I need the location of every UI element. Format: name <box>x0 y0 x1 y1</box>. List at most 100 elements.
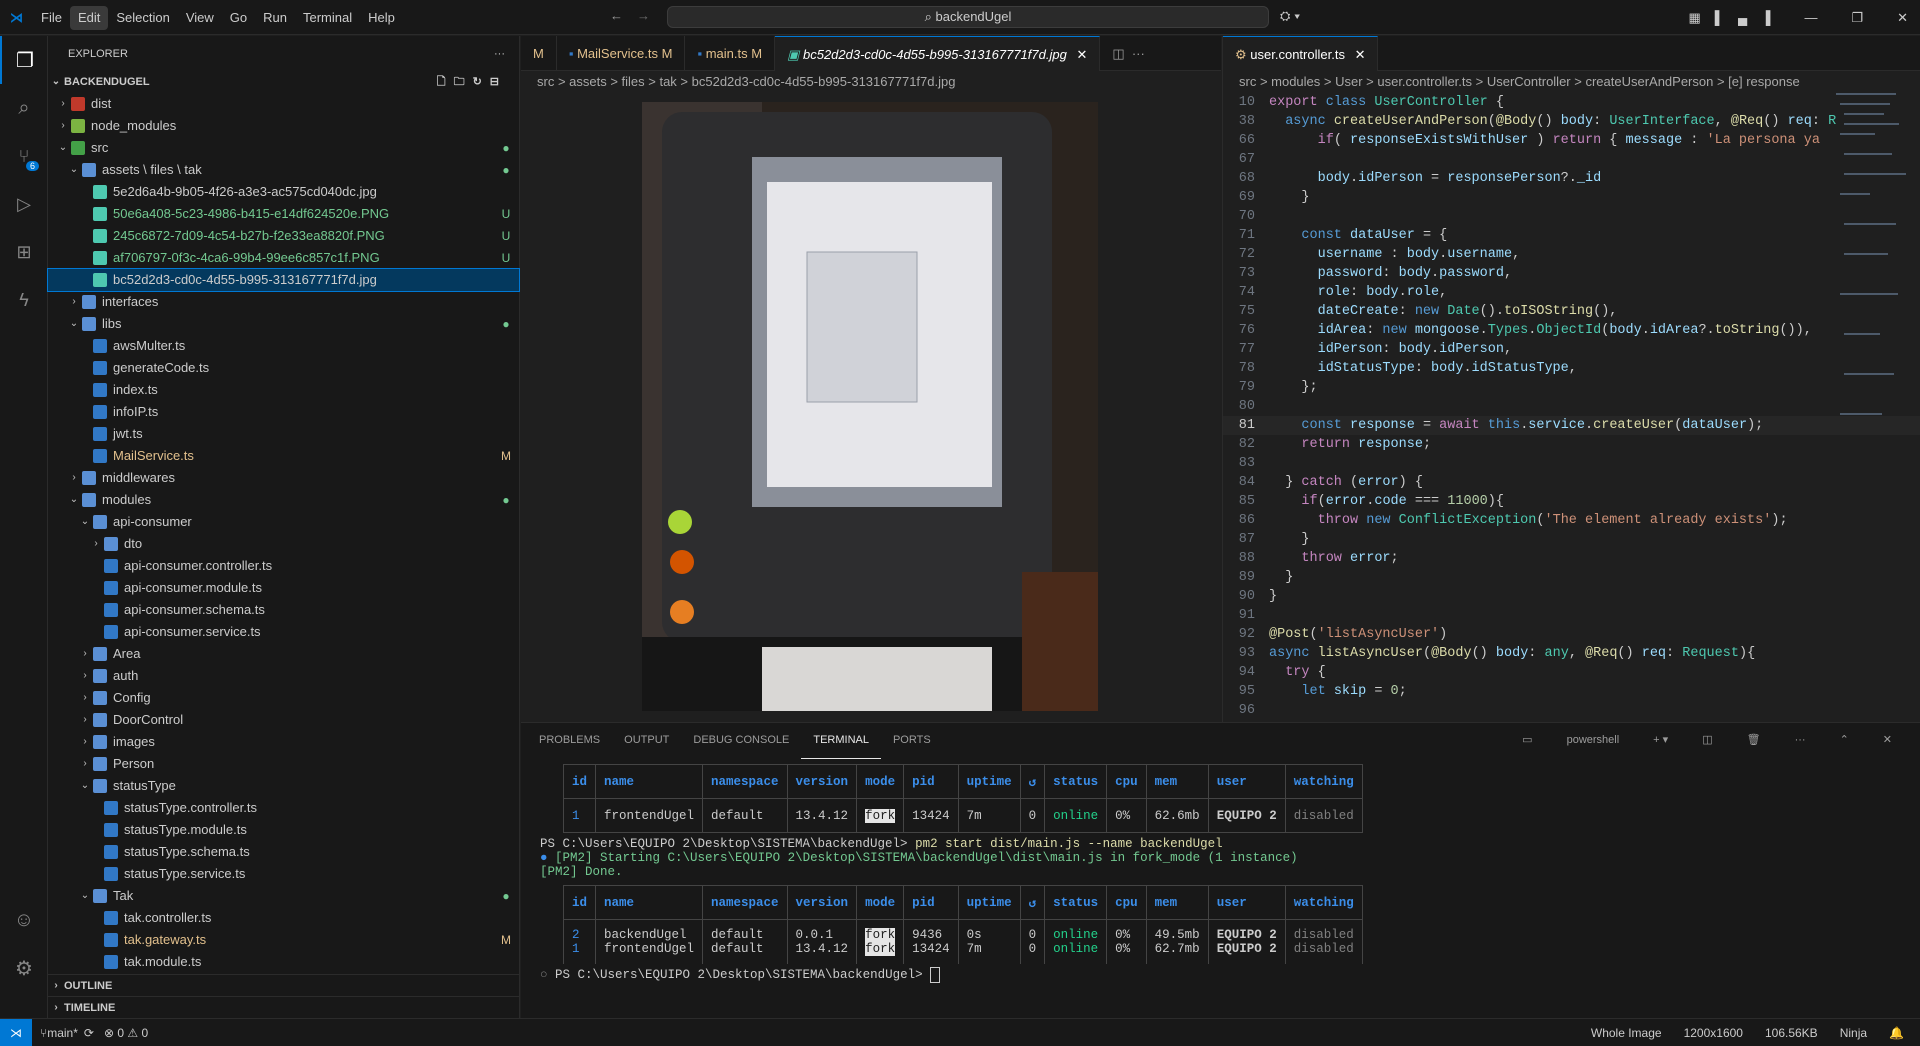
copilot-icon[interactable]: ⛭ ▾ <box>1280 8 1300 24</box>
menu-view[interactable]: View <box>178 0 222 35</box>
timeline-section[interactable]: › TIMELINE <box>48 996 520 1018</box>
tree-item[interactable]: infoIP.ts <box>48 401 519 423</box>
tree-item[interactable]: › Config <box>48 687 519 709</box>
tree-item[interactable]: tak.controller.ts <box>48 907 519 929</box>
tree-item[interactable]: › Person <box>48 753 519 775</box>
terminal-output[interactable]: id name namespace version mode pid uptime ↺ stat… <box>521 764 1920 983</box>
menu-run[interactable]: Run <box>255 0 295 35</box>
tree-item[interactable]: api-consumer.service.ts <box>48 621 519 643</box>
code-area[interactable]: 10 export class UserController { 38 async… <box>1223 93 1920 720</box>
back-arrow-icon[interactable]: ← <box>610 8 623 23</box>
tree-item[interactable]: › auth <box>48 665 519 687</box>
tab-user-controller[interactable]: ⚙ user.controller.ts ✕ <box>1223 36 1379 71</box>
tree-item[interactable]: statusType.controller.ts <box>48 797 519 819</box>
close-tab-icon[interactable]: ✕ <box>1355 47 1366 62</box>
menu-terminal[interactable]: Terminal <box>295 0 360 35</box>
more-actions-icon[interactable]: ··· <box>494 48 505 60</box>
explorer-icon[interactable]: ❐ <box>0 36 48 84</box>
tree-item[interactable]: 5e2d6a4b-9b05-4f26-a3e3-ac575cd040dc.jpg <box>48 181 519 203</box>
close-panel-icon[interactable]: ✕ <box>1871 723 1904 758</box>
tree-item[interactable]: statusType.service.ts <box>48 863 519 885</box>
sync-icon[interactable]: ⟳ <box>84 1026 94 1040</box>
tree-item[interactable]: ⌄ libs ● <box>48 313 519 335</box>
tree-item[interactable]: bc52d2d3-cd0c-4d55-b995-313167771f7d.jpg <box>47 268 520 292</box>
tree-item[interactable]: ⌄ modules ● <box>48 489 519 511</box>
manage-gear-icon[interactable]: ⚙ <box>0 944 48 992</box>
problems-count[interactable]: ⊗ 0 ⚠ 0 <box>104 1026 148 1040</box>
tree-item[interactable]: generateCode.ts <box>48 357 519 379</box>
layout-customize-icon[interactable]: ▦ <box>1688 10 1700 26</box>
new-terminal-icon[interactable]: + ▾ <box>1641 723 1680 758</box>
tree-item[interactable]: api-consumer.controller.ts <box>48 555 519 577</box>
tree-item[interactable]: index.ts <box>48 379 519 401</box>
restore-icon[interactable]: ❐ <box>1851 10 1863 26</box>
tree-item[interactable]: 245c6872-7d09-4c54-b27b-f2e33ea8820f.PNG… <box>48 225 519 247</box>
run-debug-icon[interactable]: ▷ <box>0 180 48 228</box>
source-control-icon[interactable]: ⑂ 6 <box>0 132 48 180</box>
tree-item[interactable]: › interfaces <box>48 291 519 313</box>
close-window-icon[interactable]: ✕ <box>1897 10 1908 26</box>
bell-icon[interactable]: 🔔 <box>1889 1026 1904 1040</box>
tree-item[interactable]: api-consumer.module.ts <box>48 577 519 599</box>
tree-item[interactable]: af706797-0f3c-4ca6-99b4-99ee6c857c1f.PNG… <box>48 247 519 269</box>
forward-arrow-icon[interactable]: → <box>637 8 650 23</box>
command-center-search[interactable]: ⌕ backendUgel <box>667 6 1269 28</box>
more-icon[interactable]: ··· <box>1783 723 1818 758</box>
split-editor-icon[interactable]: ◫ ··· <box>1100 36 1157 71</box>
shell-name[interactable]: powershell <box>1555 723 1632 758</box>
remote-icon[interactable]: ⋊ <box>0 1019 32 1046</box>
outline-section[interactable]: › OUTLINE <box>48 974 520 996</box>
tree-item[interactable]: ⌄ assets \ files \ tak ● <box>48 159 519 181</box>
split-terminal-icon[interactable]: ◫ <box>1690 723 1724 758</box>
tree-item[interactable]: tak.gateway.ts M <box>48 929 519 951</box>
tree-item[interactable]: › Area <box>48 643 519 665</box>
toggle-secondary-sidebar-icon[interactable]: ▐ <box>1761 10 1770 25</box>
image-mode[interactable]: Whole Image <box>1591 1026 1662 1040</box>
tab-debug-console[interactable]: DEBUG CONSOLE <box>681 723 801 758</box>
tree-item[interactable]: › images <box>48 731 519 753</box>
tab-partial[interactable]: M <box>521 36 557 71</box>
tree-item[interactable]: ⌄ api-consumer <box>48 511 519 533</box>
tree-item[interactable]: tak.module.ts <box>48 951 519 973</box>
tree-toolbar-icons[interactable]: 🗋🗀↻⊟ <box>437 71 507 93</box>
tree-item[interactable]: › node_modules <box>48 115 519 137</box>
menu-go[interactable]: Go <box>222 0 255 35</box>
tab-output[interactable]: OUTPUT <box>612 723 681 758</box>
tree-item[interactable]: statusType.module.ts <box>48 819 519 841</box>
menu-selection[interactable]: Selection <box>108 0 177 35</box>
kill-terminal-icon[interactable]: 🗑 <box>1735 723 1773 758</box>
search-view-icon[interactable]: ⌕ <box>0 84 48 132</box>
tab-image[interactable]: ▣ bc52d2d3-cd0c-4d55-b995-313167771f7d.j… <box>775 36 1101 71</box>
ninja-label[interactable]: Ninja <box>1840 1026 1867 1040</box>
toggle-sidebar-icon[interactable]: ▌ <box>1715 10 1724 25</box>
minimap[interactable] <box>1836 93 1906 493</box>
tree-item[interactable]: jwt.ts <box>48 423 519 445</box>
menu-help[interactable]: Help <box>360 0 403 35</box>
minimize-icon[interactable]: — <box>1804 10 1817 25</box>
tree-item[interactable]: › dto <box>48 533 519 555</box>
tree-item[interactable]: › middlewares <box>48 467 519 489</box>
tab-main[interactable]: ▪ main.ts M <box>685 36 776 71</box>
maximize-panel-icon[interactable]: ⌃ <box>1828 723 1861 758</box>
close-tab-icon[interactable]: ✕ <box>1076 47 1087 62</box>
tab-terminal[interactable]: TERMINAL <box>801 723 881 759</box>
tree-item[interactable]: › dist <box>48 93 519 115</box>
tree-item[interactable]: MailService.ts M <box>48 445 519 467</box>
branch-name[interactable]: main* <box>47 1026 78 1040</box>
tree-item[interactable]: awsMulter.ts <box>48 335 519 357</box>
tab-problems[interactable]: PROBLEMS <box>527 723 612 758</box>
menu-edit[interactable]: Edit <box>69 5 109 30</box>
tree-item[interactable]: 50e6a408-5c23-4986-b415-e14df624520e.PNG… <box>48 203 519 225</box>
menu-file[interactable]: File <box>33 0 70 35</box>
account-icon[interactable]: ☺ <box>0 896 48 944</box>
tree-root[interactable]: ⌄ BACKENDUGEL 🗋🗀↻⊟ <box>48 71 519 93</box>
tab-ports[interactable]: PORTS <box>881 723 943 758</box>
toggle-panel-icon[interactable]: ▄ <box>1738 10 1747 25</box>
thunder-client-icon[interactable]: ϟ <box>0 276 48 324</box>
tree-item[interactable]: ⌄ statusType <box>48 775 519 797</box>
tree-item[interactable]: statusType.schema.ts <box>48 841 519 863</box>
tree-item[interactable]: ⌄ Tak ● <box>48 885 519 907</box>
extensions-icon[interactable]: ⊞ <box>0 228 48 276</box>
tree-item[interactable]: ⌄ src ● <box>48 137 519 159</box>
tree-item[interactable]: › DoorControl <box>48 709 519 731</box>
